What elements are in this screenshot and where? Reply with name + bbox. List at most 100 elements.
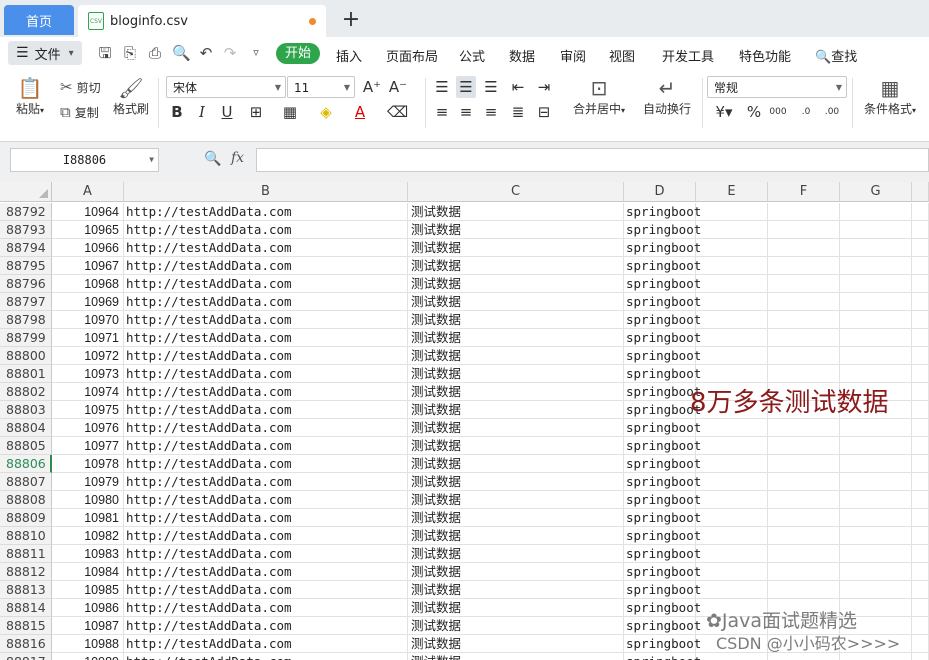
cell[interactable] xyxy=(912,527,929,545)
cell[interactable]: http://testAddData.com xyxy=(124,293,408,311)
cell[interactable] xyxy=(768,293,840,311)
cell[interactable]: 测试数据 xyxy=(408,329,624,347)
cell[interactable] xyxy=(912,329,929,347)
customize-icon[interactable]: ▿ xyxy=(247,44,265,62)
cell[interactable]: 10968 xyxy=(52,275,124,293)
row-header[interactable]: 88800 xyxy=(0,347,52,365)
cell[interactable]: http://testAddData.com xyxy=(124,509,408,527)
cell[interactable] xyxy=(912,437,929,455)
row-header[interactable]: 88812 xyxy=(0,563,52,581)
cell[interactable]: 10973 xyxy=(52,365,124,383)
tab-home[interactable]: 首页 xyxy=(4,5,74,35)
cell[interactable] xyxy=(696,239,768,257)
cell[interactable]: 10969 xyxy=(52,293,124,311)
row-header[interactable]: 88813 xyxy=(0,581,52,599)
cell[interactable]: http://testAddData.com xyxy=(124,599,408,617)
cell[interactable]: http://testAddData.com xyxy=(124,617,408,635)
save-icon[interactable]: 🖫 xyxy=(96,44,114,62)
cell[interactable]: http://testAddData.com xyxy=(124,203,408,221)
cell[interactable] xyxy=(840,527,912,545)
cell[interactable] xyxy=(912,617,929,635)
cell[interactable] xyxy=(696,581,768,599)
cell[interactable] xyxy=(840,545,912,563)
column-header-f[interactable]: F xyxy=(768,182,840,202)
cell[interactable]: 10980 xyxy=(52,491,124,509)
cell[interactable]: 测试数据 xyxy=(408,545,624,563)
row-header[interactable]: 88799 xyxy=(0,329,52,347)
cell[interactable] xyxy=(768,239,840,257)
cell[interactable]: http://testAddData.com xyxy=(124,437,408,455)
cell[interactable]: springboot xyxy=(624,239,701,257)
cell[interactable]: springboot xyxy=(624,383,701,401)
cell[interactable]: http://testAddData.com xyxy=(124,329,408,347)
cell[interactable]: springboot xyxy=(624,581,701,599)
cell[interactable]: springboot xyxy=(624,455,701,473)
cell[interactable]: 10977 xyxy=(52,437,124,455)
cell[interactable] xyxy=(768,653,840,660)
indent-decrease-icon[interactable]: ⇤ xyxy=(508,76,528,98)
cell[interactable]: http://testAddData.com xyxy=(124,239,408,257)
row-header[interactable]: 88807 xyxy=(0,473,52,491)
print-preview-icon[interactable]: 🔍 xyxy=(172,44,191,62)
cell[interactable] xyxy=(840,239,912,257)
cell[interactable] xyxy=(696,653,768,660)
font-name-select[interactable]: 宋体 ▼ xyxy=(166,76,286,98)
cell[interactable] xyxy=(912,599,929,617)
column-header-g[interactable]: G xyxy=(840,182,912,202)
cell[interactable] xyxy=(696,473,768,491)
cell[interactable]: http://testAddData.com xyxy=(124,545,408,563)
cell[interactable]: 测试数据 xyxy=(408,653,624,660)
menu-find[interactable]: 🔍查找 xyxy=(815,46,857,65)
cell[interactable]: springboot xyxy=(624,527,701,545)
cell[interactable]: 10981 xyxy=(52,509,124,527)
cell[interactable]: http://testAddData.com xyxy=(124,347,408,365)
cell[interactable] xyxy=(912,383,929,401)
row-header[interactable]: 88814 xyxy=(0,599,52,617)
cell[interactable] xyxy=(768,509,840,527)
cell[interactable] xyxy=(768,491,840,509)
row-header[interactable]: 88803 xyxy=(0,401,52,419)
cell[interactable]: http://testAddData.com xyxy=(124,473,408,491)
cell[interactable] xyxy=(696,419,768,437)
cell[interactable]: http://testAddData.com xyxy=(124,527,408,545)
cell[interactable] xyxy=(912,311,929,329)
increase-font-icon[interactable]: A⁺ xyxy=(362,76,382,98)
cell[interactable]: 测试数据 xyxy=(408,275,624,293)
cell[interactable]: 测试数据 xyxy=(408,635,624,653)
italic-icon[interactable]: I xyxy=(192,101,212,123)
cell[interactable]: 10964 xyxy=(52,203,124,221)
row-header[interactable]: 88795 xyxy=(0,257,52,275)
spreadsheet-grid[interactable]: A B C D E F G 88792 10964 http://testAddDa… xyxy=(0,182,929,660)
cell[interactable]: springboot xyxy=(624,473,701,491)
cell[interactable] xyxy=(912,653,929,660)
cell[interactable]: http://testAddData.com xyxy=(124,491,408,509)
cell[interactable]: springboot xyxy=(624,563,701,581)
number-format-select[interactable]: 常规 ▼ xyxy=(707,76,847,98)
cell[interactable] xyxy=(696,545,768,563)
column-header-a[interactable]: A xyxy=(52,182,124,202)
percent-icon[interactable]: % xyxy=(744,101,764,123)
cell[interactable]: 10979 xyxy=(52,473,124,491)
menu-data[interactable]: 数据 xyxy=(509,46,535,65)
column-header-partial[interactable] xyxy=(912,182,929,202)
cell[interactable] xyxy=(768,437,840,455)
cell[interactable] xyxy=(768,329,840,347)
cell[interactable]: 10974 xyxy=(52,383,124,401)
cell[interactable]: springboot xyxy=(624,311,701,329)
row-header[interactable]: 88815 xyxy=(0,617,52,635)
cell[interactable]: 10988 xyxy=(52,635,124,653)
cell[interactable]: 测试数据 xyxy=(408,527,624,545)
cell[interactable]: http://testAddData.com xyxy=(124,275,408,293)
cell[interactable] xyxy=(696,563,768,581)
cell[interactable] xyxy=(912,545,929,563)
cell[interactable] xyxy=(912,455,929,473)
cell[interactable]: 10984 xyxy=(52,563,124,581)
zoom-icon[interactable]: 🔍 xyxy=(204,151,221,167)
cell[interactable] xyxy=(768,311,840,329)
row-header[interactable]: 88808 xyxy=(0,491,52,509)
cell[interactable]: springboot xyxy=(624,365,701,383)
cell[interactable]: http://testAddData.com xyxy=(124,221,408,239)
cell[interactable] xyxy=(768,527,840,545)
distributed-icon[interactable]: ⊟ xyxy=(534,101,554,123)
cell[interactable] xyxy=(912,275,929,293)
